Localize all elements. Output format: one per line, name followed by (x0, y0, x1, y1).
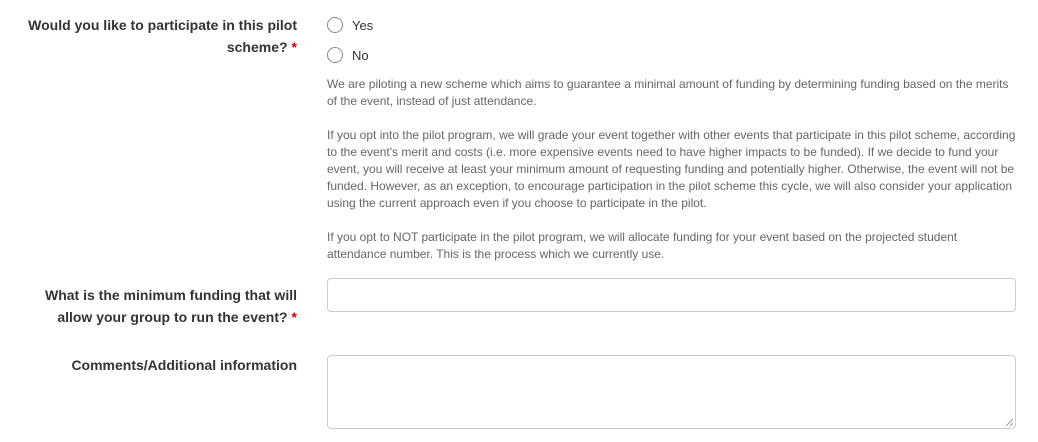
resize-handle-icon[interactable] (1005, 418, 1013, 426)
pilot-question-label: Would you like to participate in this pi… (28, 14, 297, 58)
required-marker: * (291, 39, 297, 55)
min-funding-input[interactable] (327, 278, 1016, 312)
comments-label: Comments/Additional information (71, 357, 297, 373)
radio-button-yes[interactable] (327, 17, 343, 33)
comments-textarea[interactable] (327, 355, 1016, 429)
min-funding-label-line2: allow your group to run the event? * (45, 306, 297, 328)
radio-option-no[interactable]: No (327, 45, 369, 65)
min-funding-label-line1: What is the minimum funding that will (45, 287, 297, 303)
min-funding-label: What is the minimum funding that will al… (45, 284, 297, 328)
radio-label-yes[interactable]: Yes (352, 18, 373, 33)
help-text-pilot-intro: We are piloting a new scheme which aims … (327, 77, 1009, 108)
help-text-pilot-opt-out: If you opt to NOT participate in the pil… (327, 230, 958, 261)
help-text-pilot-opt-in: If you opt into the pilot program, we wi… (327, 128, 1016, 210)
required-marker: * (291, 309, 297, 325)
radio-label-no[interactable]: No (352, 48, 369, 63)
pilot-question-label-line2: scheme? * (28, 36, 297, 58)
pilot-question-label-line1: Would you like to participate in this pi… (28, 17, 297, 33)
pilot-question-label-text: scheme? (226, 39, 288, 55)
min-funding-label-text: allow your group to run the event? (57, 309, 288, 325)
event-funding-form: Would you like to participate in this pi… (0, 0, 1038, 442)
radio-option-yes[interactable]: Yes (327, 15, 373, 35)
radio-button-no[interactable] (327, 47, 343, 63)
